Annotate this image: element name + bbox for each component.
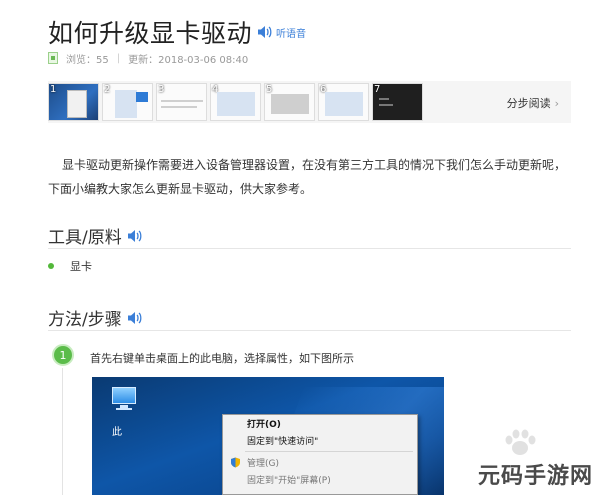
thumbnail-menu [67,90,87,118]
thumbnail-content [379,104,393,106]
thumbnail-content [217,92,255,116]
chevron-right-icon: › [554,96,559,110]
page-title: 如何升级显卡驱动 [48,19,253,48]
context-menu-item: 管理(G) [223,454,417,471]
thumbnail-number: 1 [50,84,57,95]
thumbnail-1[interactable]: 1 [48,83,99,121]
tool-item: 显卡 [48,258,92,274]
tools-section-title: 工具/原料 [48,228,122,248]
tool-item-label: 显卡 [70,260,92,273]
this-pc-icon [108,387,142,413]
method-section-header: 方法/步骤 [48,305,571,331]
speaker-icon[interactable] [126,228,144,244]
step-screenshot[interactable]: 此 打开(O) 固定到"快速访问" 管理(G) 固定到"开始"屏幕(P) [92,377,444,495]
step-text: 首先右键单击桌面上的此电脑，选择属性，如下图所示 [90,352,354,365]
listen-link[interactable]: 听语音 [276,25,306,40]
intro-paragraph: 显卡驱动更新操作需要进入设备管理器设置，在没有第三方工具的情况下我们怎么手动更新… [48,158,567,196]
context-menu-item: 固定到"开始"屏幕(P) [247,476,331,486]
shield-icon [231,457,240,468]
thumbnail-content [325,92,363,116]
step-thumbnails: 1 2 3 4 5 6 7 分步阅读 › [48,81,571,123]
thumbnail-content [271,94,309,114]
tools-section-header: 工具/原料 [48,223,571,249]
meta-divider: | [116,52,121,64]
thumbnail-5[interactable]: 5 [264,83,315,121]
step-number-badge: 1 [52,344,74,366]
article-meta: 浏览：55 | 更新：2018-03-06 08:40 [48,51,249,66]
thumbnail-2[interactable]: 2 [102,83,153,121]
step-read-button[interactable]: 分步阅读 › [507,95,559,111]
title-row: 如何升级显卡驱动 听语音 [48,14,306,50]
thumbnail-number: 3 [158,84,165,95]
step-read-label: 分步阅读 [506,97,551,110]
thumbnail-content [161,100,203,102]
menu-divider [245,451,413,452]
bullet-icon [48,263,54,269]
site-watermark: 元码手游网 [478,464,594,489]
speaker-icon[interactable] [256,24,274,40]
thumbnail-3[interactable]: 3 [156,83,207,121]
windows-logo-icon [136,92,148,102]
thumbnail-7[interactable]: 7 [372,83,423,121]
thumbnail-number: 2 [104,84,111,95]
step-timeline [62,368,63,495]
baidu-paw-watermark-icon [505,429,536,455]
context-menu-item-label: 管理(G) [247,459,279,469]
thumbnail-content [161,106,197,108]
document-icon [48,52,58,64]
thumbnail-number: 7 [374,84,381,95]
context-menu: 打开(O) 固定到"快速访问" 管理(G) 固定到"开始"屏幕(P) [222,414,418,495]
thumbnail-content [115,90,137,118]
view-count: 浏览：55 [66,54,109,66]
context-menu-item: 固定到"快速访问" [247,437,319,447]
thumbnail-4[interactable]: 4 [210,83,261,121]
article-page: 如何升级显卡驱动 听语音 浏览：55 | 更新：2018-03-06 08:40… [0,0,600,495]
thumbnail-6[interactable]: 6 [318,83,369,121]
update-time: 更新：2018-03-06 08:40 [128,54,249,66]
thumbnail-content [379,98,389,100]
context-menu-item: 打开(O) [247,420,281,430]
method-section-title: 方法/步骤 [48,310,122,330]
speaker-icon[interactable] [126,310,144,326]
desktop-icon-label: 此 [112,427,122,438]
